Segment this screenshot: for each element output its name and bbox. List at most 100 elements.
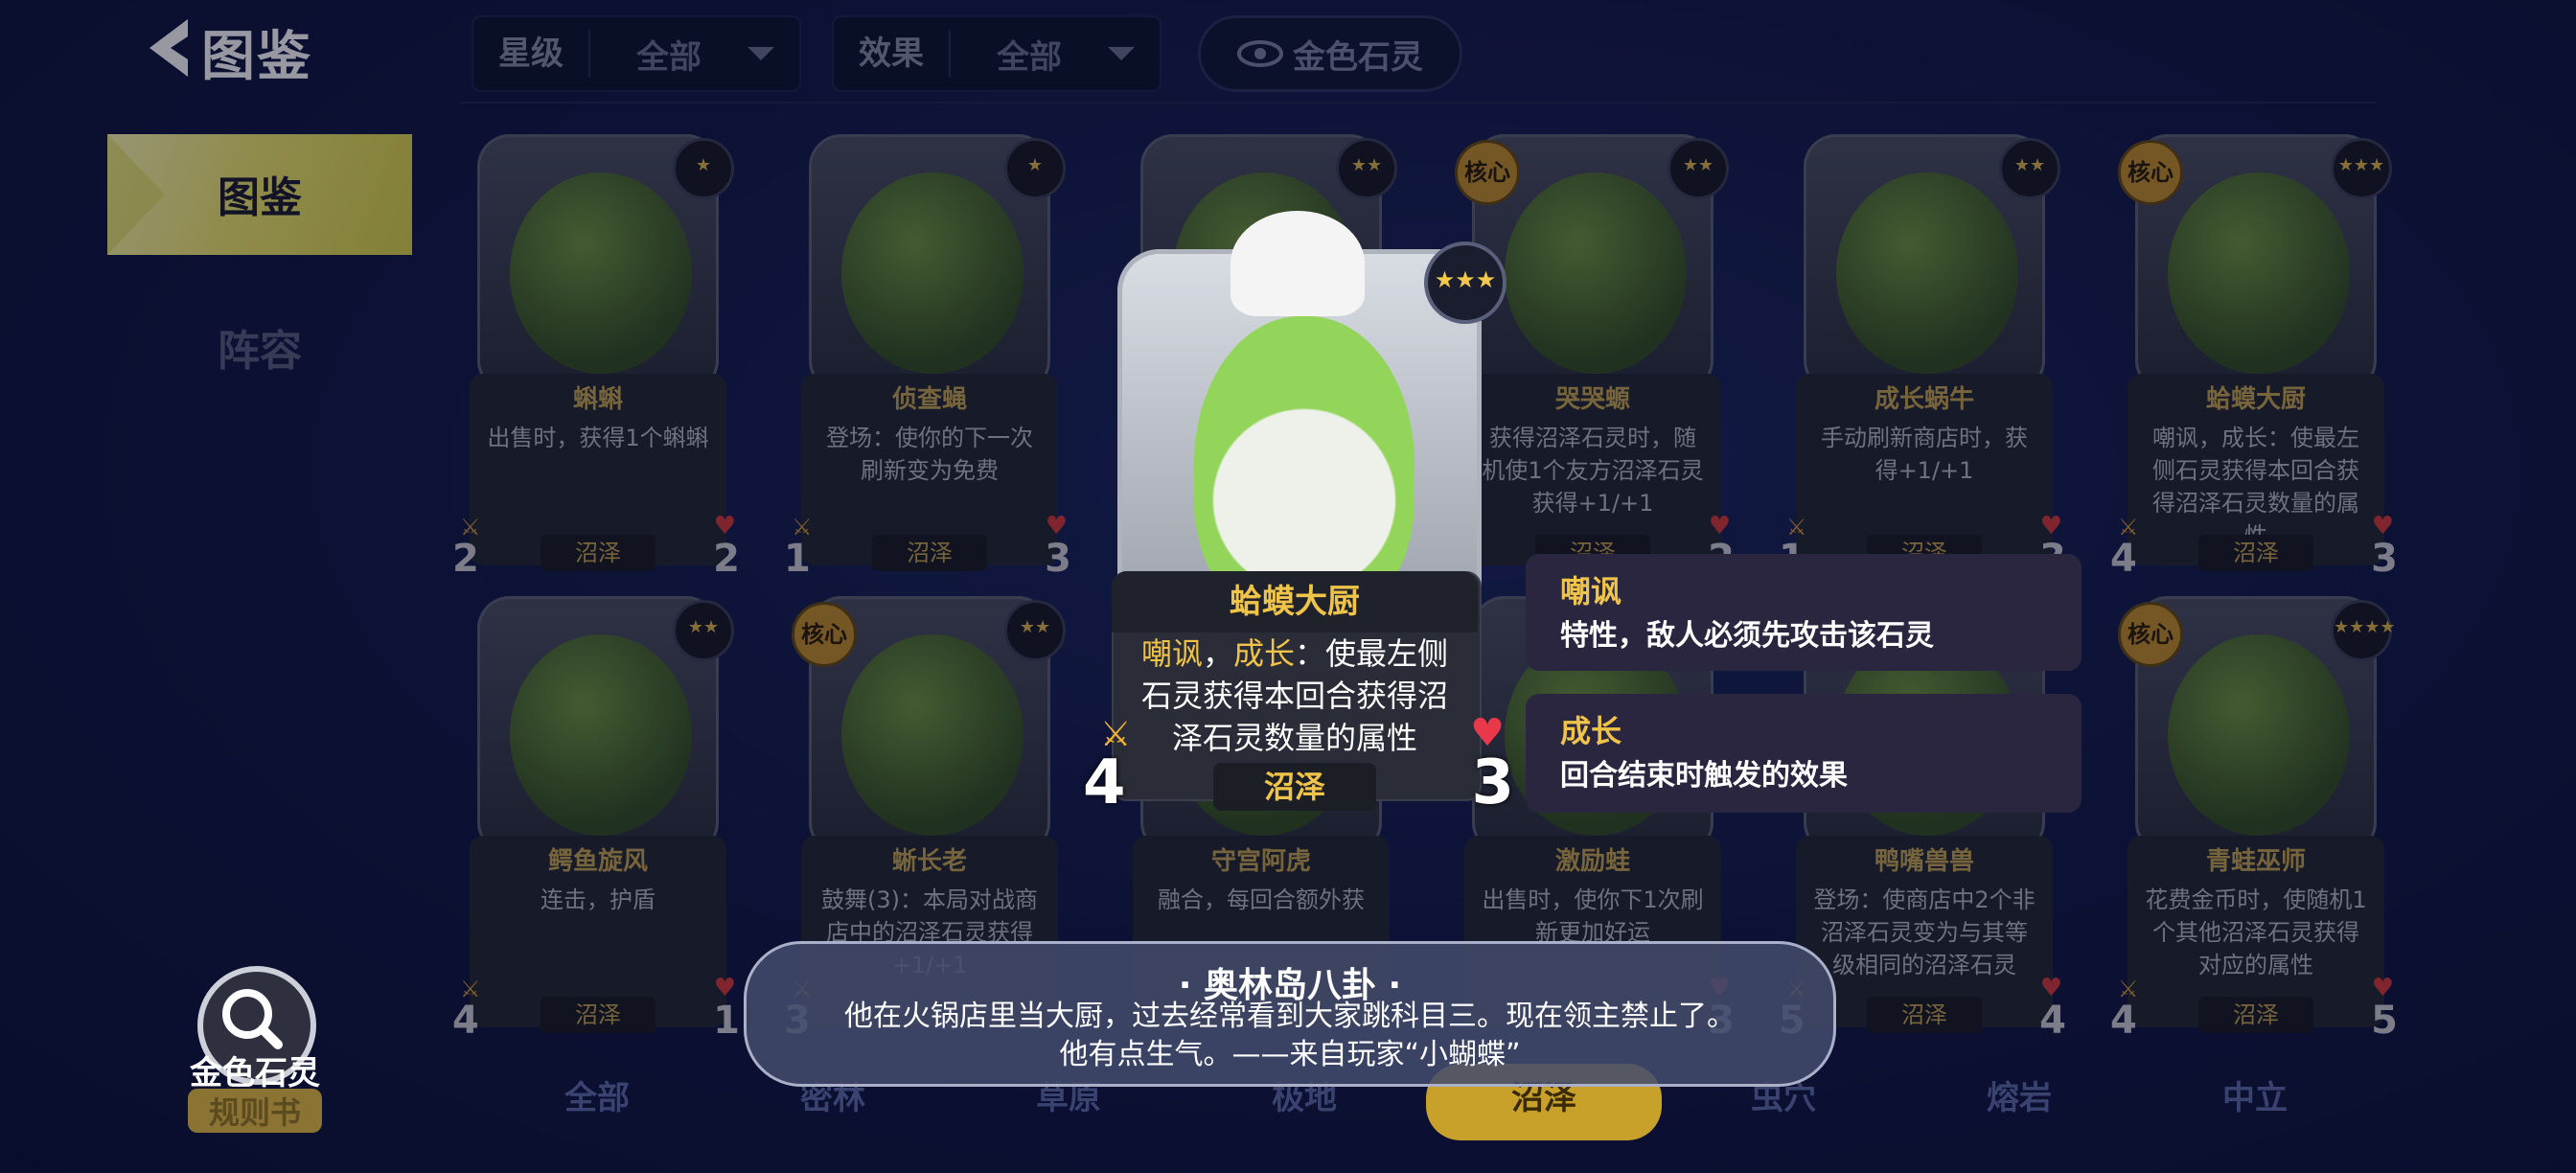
card-character <box>2168 172 2350 374</box>
card-name: 青蛙巫师 <box>2205 847 2306 876</box>
card-name: 蜥长老 <box>891 847 967 876</box>
tab-region[interactable]: 全部 <box>479 1064 715 1140</box>
card-name: 侦查蝇 <box>891 385 967 414</box>
star-rank-badge: ★ <box>673 138 734 199</box>
card-character <box>1836 172 2018 374</box>
featured-card-name: 蛤蟆大厨 <box>1112 571 1478 632</box>
effect-filter-value: 全部 <box>997 37 1062 77</box>
card-desc: 融合，每回合额外获 <box>1158 886 1365 913</box>
star-rank-badge: ★★ <box>1336 138 1397 199</box>
chevron-down-icon <box>1108 47 1135 60</box>
card-attack: 4 <box>452 999 479 1043</box>
star-rank-badge: ★★★ <box>2331 138 2392 199</box>
sidebar-item-codex[interactable]: 图鉴 <box>107 134 412 255</box>
card-desc: 连击，护盾 <box>540 886 656 913</box>
card-type: 沼泽 <box>2198 997 2313 1033</box>
card-name: 蝌蝌 <box>572 385 623 414</box>
lore-box: · 奥林岛八卦 · 他在火锅店里当大厨，过去经常看到大家跳科目三。现在领主禁止了… <box>744 941 1836 1087</box>
eye-icon <box>1237 40 1283 67</box>
card-health: 3 <box>2371 537 2398 581</box>
card-attack: 4 <box>2110 999 2137 1043</box>
card-character <box>841 634 1024 836</box>
lore-text: 他在火锅店里当大厨，过去经常看到大家跳科目三。现在领主禁止了。他有点生气。——来… <box>844 1000 1736 1071</box>
card-health: 4 <box>2039 999 2066 1043</box>
core-badge: 核心 <box>1455 140 1520 205</box>
effect-filter-label: 效果 <box>834 30 951 78</box>
star-rank-badge: ★★ <box>673 600 734 661</box>
card-desc: 登场：使你的下一次刷新变为免费 <box>826 425 1033 484</box>
back-button[interactable] <box>144 17 201 79</box>
keyword-growth: 成长 <box>1233 635 1296 672</box>
card-name: 守宫阿虎 <box>1210 847 1311 876</box>
core-badge: 核心 <box>792 602 857 667</box>
spirit-card[interactable]: 蛤蟆大厨嘲讽，成长：使最左侧石灵获得本回合获得沼泽石灵数量的属性沼泽⚔4♥3★★… <box>2110 134 2400 581</box>
card-health: 3 <box>1045 537 1071 581</box>
gold-spirit-toggle[interactable]: 金色石灵 <box>1198 15 1462 92</box>
featured-card-type: 沼泽 <box>1213 763 1376 811</box>
sidebar-item-lineup[interactable]: 阵容 <box>107 316 412 393</box>
tooltip-title: 嘲讽 <box>1560 573 1622 610</box>
keyword-taunt: 嘲讽 <box>1140 635 1203 672</box>
spirit-card[interactable]: 鳄鱼旋风 连击，护盾 沼泽 ⚔ 4 ♥ 1 ★★ <box>452 596 742 1043</box>
gold-spirit-toggle-label: 金色石灵 <box>1293 37 1423 77</box>
star-rank-badge: ★★ <box>1999 138 2060 199</box>
spirit-card[interactable]: 侦查蝇 登场：使你的下一次刷新变为免费 沼泽 ⚔ 1 ♥ 3 ★ <box>784 134 1073 581</box>
star-rank-badge: ★★★ <box>1424 242 1506 324</box>
card-desc: 获得沼泽石灵时，随机使1个友方沼泽石灵获得+1/+1 <box>1482 425 1704 517</box>
tab-region[interactable]: 中立 <box>2137 1064 2373 1140</box>
card-attack: 4 <box>2110 537 2137 581</box>
tooltip-desc: 特性，敌人必须先攻击该石灵 <box>1560 619 1934 653</box>
card-character <box>510 634 692 836</box>
star-rank-badge: ★★ <box>1668 138 1729 199</box>
effect-filter-dropdown[interactable]: 效果 全部 <box>832 15 1162 92</box>
card-type: 沼泽 <box>872 535 987 571</box>
card-character <box>841 172 1024 374</box>
card-attack: 1 <box>784 537 811 581</box>
card-type: 沼泽 <box>540 997 656 1033</box>
tab-region[interactable]: 熔岩 <box>1901 1064 2137 1140</box>
card-desc: 登场：使商店中2个非沼泽石灵变为与其等级相同的沼泽石灵 <box>1813 886 2036 978</box>
card-name: 鳄鱼旋风 <box>547 847 648 876</box>
card-character <box>510 172 692 374</box>
tooltip-taunt: 嘲讽 特性，敌人必须先攻击该石灵 <box>1526 554 2082 671</box>
featured-card-desc: 嘲讽，成长：使最左侧石灵获得本回合获得沼泽石灵数量的属性 <box>1131 632 1459 759</box>
card-desc: 花费金币时，使随机1个其他沼泽石灵获得对应的属性 <box>2145 886 2367 978</box>
header-divider <box>460 102 2377 104</box>
card-desc: 出售时，获得1个蝌蝌 <box>487 425 709 451</box>
card-name: 成长蜗牛 <box>1874 385 1974 414</box>
card-type: 沼泽 <box>2198 535 2313 571</box>
star-filter-dropdown[interactable]: 星级 全部 <box>472 15 801 92</box>
spirit-card[interactable]: 青蛙巫师 花费金币时，使随机1个其他沼泽石灵获得对应的属性 沼泽 ⚔ 4 ♥ 5 ★★★★ 核心 <box>2110 596 2400 1043</box>
tooltip-growth: 成长 回合结束时触发的效果 <box>1526 694 2082 813</box>
keyword-separator: ， <box>1202 635 1233 672</box>
card-name: 哭哭螈 <box>1554 385 1630 414</box>
card-desc: 出售时，使你下1次刷新更加好运 <box>1482 886 1704 946</box>
featured-card: ★★★ 蛤蟆大厨 嘲讽，成长：使最左侧石灵获得本回合获得沼泽石灵数量的属性 沼泽… <box>1083 211 1514 843</box>
star-rank-badge: ★★★★ <box>2331 600 2396 661</box>
card-desc: 嘲讽，成长：使最左侧石灵获得本回合获得沼泽石灵数量的属性 <box>2152 425 2359 549</box>
gold-spirit-label: 金色石灵 <box>190 1054 320 1092</box>
chevron-down-icon <box>748 47 774 60</box>
spirit-card[interactable]: 成长蜗牛手动刷新商店时，获得+1/+1沼泽⚔1♥3★★ <box>1779 134 2068 581</box>
card-type: 沼泽 <box>1867 997 1982 1033</box>
card-name: 鸭嘴兽兽 <box>1874 847 1974 876</box>
star-rank-badge: ★ <box>1004 138 1066 199</box>
card-character <box>1505 172 1687 374</box>
card-character <box>2168 634 2350 836</box>
card-attack: 2 <box>452 537 479 581</box>
featured-card-attack: 4 <box>1083 748 1126 818</box>
star-rank-badge: ★★ <box>1004 600 1066 661</box>
spirit-card[interactable]: 蝌蝌 出售时，获得1个蝌蝌 沼泽 ⚔ 2 ♥ 2 ★ <box>452 134 742 581</box>
tooltip-desc: 回合结束时触发的效果 <box>1560 759 1848 793</box>
card-health: 5 <box>2371 999 2398 1043</box>
featured-card-health: 3 <box>1471 748 1514 818</box>
tooltip-title: 成长 <box>1560 713 1622 749</box>
card-health: 1 <box>713 999 740 1043</box>
chef-hat <box>1230 211 1365 316</box>
card-health: 2 <box>713 537 740 581</box>
star-filter-label: 星级 <box>473 30 590 78</box>
card-name: 蛤蟆大厨 <box>2205 385 2306 414</box>
rulebook-label[interactable]: 规则书 <box>188 1089 322 1133</box>
card-type: 沼泽 <box>540 535 656 571</box>
chevron-left-icon <box>150 19 188 77</box>
